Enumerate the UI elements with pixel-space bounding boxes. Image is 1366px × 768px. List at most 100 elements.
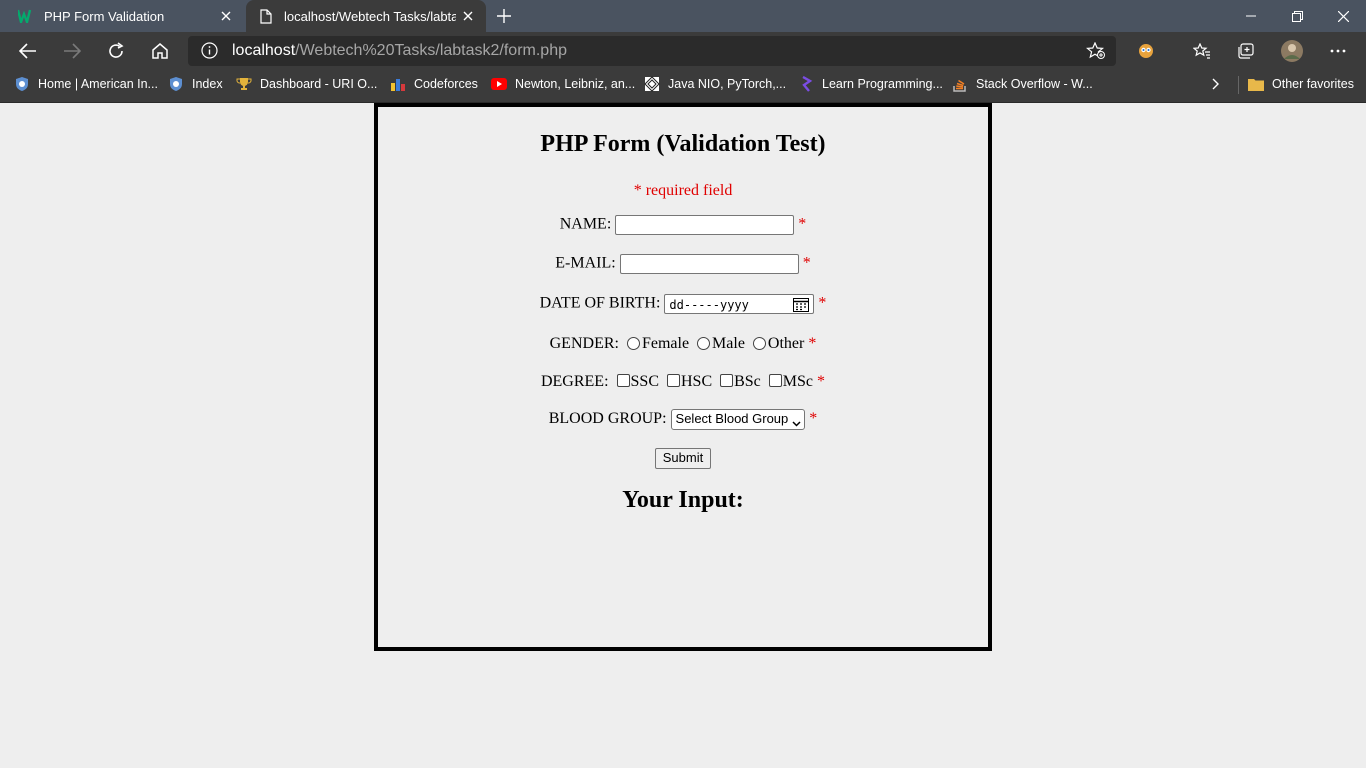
required-asterisk: * — [809, 410, 818, 428]
back-arrow-icon[interactable] — [14, 37, 42, 65]
required-note: * required field — [633, 182, 733, 199]
bookmark-item[interactable]: Stack Overflow - W... — [952, 70, 1093, 98]
gender-other-radio[interactable] — [752, 336, 766, 350]
bookmark-label: Home | American In... — [38, 77, 158, 91]
email-label: E-MAIL: — [555, 254, 616, 272]
tab-label: localhost/Webtech Tasks/labtask2/form.ph… — [284, 8, 456, 24]
degree-ssc-checkbox[interactable] — [616, 374, 630, 388]
bookmark-label: Stack Overflow - W... — [976, 77, 1093, 91]
bookmark-item[interactable]: Codeforces — [390, 70, 478, 98]
restore-icon[interactable] — [1274, 0, 1320, 32]
info-icon[interactable] — [201, 42, 218, 64]
bookmark-item[interactable]: Java NIO, PyTorch,... — [644, 70, 786, 98]
bookmarks-overflow-chevron-icon[interactable] — [1212, 70, 1220, 98]
shield-globe-icon — [168, 76, 184, 92]
favorites-icon[interactable] — [1188, 37, 1216, 65]
blood-group-selected: Select Blood Group — [675, 411, 789, 426]
chevron-down-icon — [792, 414, 801, 432]
w3schools-icon — [18, 8, 34, 24]
your-input-heading: Your Input: — [622, 487, 744, 513]
bookmark-label: Java NIO, PyTorch,... — [668, 77, 787, 91]
blood-group-label: BLOOD GROUP: — [548, 410, 667, 428]
minimize-icon[interactable] — [1228, 0, 1274, 32]
degree-msc-checkbox[interactable] — [768, 374, 782, 388]
calendar-icon[interactable] — [793, 297, 810, 318]
page-icon — [258, 8, 274, 24]
tab-strip: PHP Form Validation localhost/Webtech Ta… — [0, 0, 1366, 32]
close-icon[interactable] — [218, 8, 234, 24]
dob-row: DATE OF BIRTH: dd-----yyyy * — [378, 294, 988, 314]
bookmark-item[interactable]: Index — [168, 70, 223, 98]
gender-option-label: Other — [767, 335, 805, 352]
gender-female-radio[interactable] — [626, 336, 640, 350]
tab-form-php[interactable]: localhost/Webtech Tasks/labtask2/form.ph… — [246, 0, 486, 32]
add-favorite-icon[interactable] — [1085, 41, 1106, 65]
degree-option-label: BSc — [734, 373, 761, 390]
name-input[interactable] — [615, 215, 795, 235]
form-container: PHP Form (Validation Test) * required fi… — [374, 103, 992, 651]
other-favorites[interactable]: Other favorites — [1248, 70, 1354, 98]
dob-label: DATE OF BIRTH: — [539, 294, 661, 312]
tab-php-form-validation[interactable]: PHP Form Validation — [0, 0, 244, 32]
bookmark-item[interactable]: Dashboard - URI O... — [236, 70, 377, 98]
required-asterisk: * — [802, 254, 811, 272]
trophy-icon — [236, 76, 252, 92]
bookmark-item[interactable]: Newton, Leibniz, an... — [491, 70, 635, 98]
stackoverflow-icon — [952, 76, 968, 92]
submit-row: Submit — [378, 448, 988, 469]
close-icon[interactable] — [460, 8, 476, 24]
url-path: /Webtech%20Tasks/labtask2/form.php — [295, 42, 567, 59]
tab-label: PHP Form Validation — [44, 8, 165, 24]
email-row: E-MAIL: * — [378, 254, 988, 274]
gender-option-label: Female — [641, 335, 690, 352]
code-logo-icon — [798, 76, 814, 92]
name-row: NAME: * — [378, 215, 988, 235]
name-label: NAME: — [559, 215, 612, 233]
folder-icon — [1248, 76, 1264, 92]
gender-row: GENDER: Female Male Other * — [378, 335, 988, 353]
profile-avatar[interactable] — [1278, 37, 1306, 65]
blood-group-select[interactable]: Select Blood Group — [670, 409, 806, 432]
dob-placeholder: dd-----yyyy — [669, 298, 749, 312]
refresh-icon[interactable] — [102, 37, 130, 65]
bar-chart-icon — [390, 76, 406, 92]
bookmark-label: Index — [192, 77, 223, 91]
more-menu-icon[interactable] — [1324, 37, 1352, 65]
degree-option-label: SSC — [630, 373, 659, 390]
degree-bsc-checkbox[interactable] — [720, 374, 734, 388]
dob-date-input[interactable]: dd-----yyyy — [664, 294, 815, 314]
bookmark-label: Codeforces — [414, 77, 478, 91]
degree-option-label: HSC — [680, 373, 713, 390]
blood-group-row: BLOOD GROUP: Select Blood Group * — [378, 409, 988, 430]
other-favorites-label: Other favorites — [1272, 77, 1354, 91]
collections-icon[interactable] — [1232, 37, 1260, 65]
bookmarks-bar: Home | American In... Index Dashboard - … — [0, 70, 1366, 103]
submit-button[interactable]: Submit — [654, 448, 712, 469]
email-input[interactable] — [619, 254, 799, 274]
address-bar[interactable]: localhost/Webtech%20Tasks/labtask2/form.… — [188, 36, 1116, 66]
home-icon[interactable] — [146, 37, 174, 65]
degree-row: DEGREE: SSC HSC BSc MSc * — [378, 373, 988, 391]
degree-hsc-checkbox[interactable] — [666, 374, 680, 388]
form-title: PHP Form (Validation Test) — [540, 131, 826, 157]
bookmarks-divider — [1238, 76, 1239, 94]
required-asterisk: * — [798, 215, 807, 233]
gender-label: GENDER: — [549, 335, 619, 352]
window-close-icon[interactable] — [1320, 0, 1366, 32]
new-tab-plus-icon[interactable] — [494, 6, 514, 26]
forward-arrow-icon[interactable] — [58, 37, 86, 65]
degree-label: DEGREE: — [540, 373, 609, 390]
url-host: localhost — [232, 42, 296, 59]
degree-option-label: MSc — [782, 373, 814, 390]
gender-option-label: Male — [712, 335, 745, 352]
bookmark-item[interactable]: Learn Programming... — [798, 70, 943, 98]
required-asterisk: * — [817, 373, 826, 390]
youtube-icon — [491, 76, 507, 92]
extension-icon[interactable] — [1132, 37, 1160, 65]
required-asterisk: * — [808, 335, 817, 352]
gender-male-radio[interactable] — [697, 336, 711, 350]
required-asterisk: * — [818, 294, 827, 312]
bookmark-label: Newton, Leibniz, an... — [515, 77, 636, 91]
bookmark-item[interactable]: Home | American In... — [14, 70, 158, 98]
page-viewport: PHP Form (Validation Test) * required fi… — [0, 103, 1366, 768]
